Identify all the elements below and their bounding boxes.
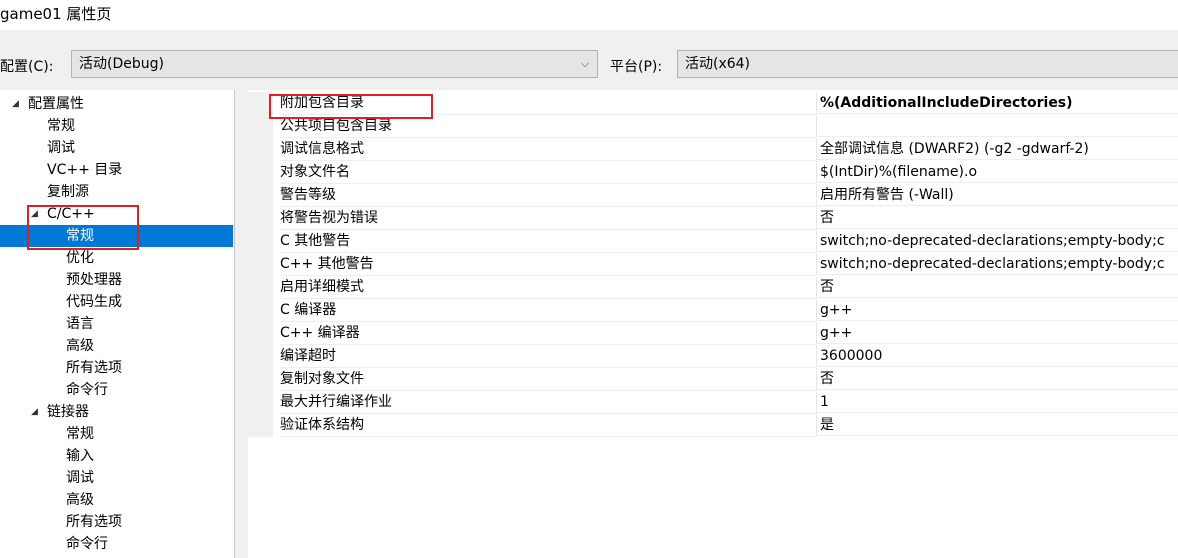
config-dropdown[interactable]: 活动(Debug) ⌵ xyxy=(71,50,598,78)
property-value[interactable]: 全部调试信息 (DWARF2) (-g2 -gdwarf-2) xyxy=(816,138,1178,160)
property-name: C 编译器 xyxy=(280,299,816,322)
property-row[interactable]: 对象文件名 $(IntDir)%(filename).o xyxy=(248,161,1178,184)
tree-node-cpp-advanced[interactable]: 高级 xyxy=(0,335,233,357)
config-label: 配置(C): xyxy=(0,59,54,75)
tree-node-linker-debugging[interactable]: 调试 xyxy=(0,467,233,489)
expanded-triangle-icon[interactable]: ◢ xyxy=(12,93,22,115)
property-name: 对象文件名 xyxy=(280,161,816,184)
property-row[interactable]: 警告等级 启用所有警告 (-Wall) xyxy=(248,184,1178,207)
tree-node-cpp-optimization[interactable]: 优化 xyxy=(0,247,233,269)
tree-node-linker[interactable]: ◢ 链接器 xyxy=(0,401,233,423)
property-row[interactable]: 最大并行编译作业 1 xyxy=(248,391,1178,414)
title-bar: game01 属性页 xyxy=(0,0,1178,30)
property-value[interactable]: 启用所有警告 (-Wall) xyxy=(816,184,1178,206)
property-value[interactable]: 3600000 xyxy=(816,345,1178,367)
property-name: 将警告视为错误 xyxy=(280,207,816,230)
platform-label: 平台(P): xyxy=(610,59,663,75)
property-name: 附加包含目录 xyxy=(280,92,816,115)
tree-node-debugging[interactable]: 调试 xyxy=(0,137,233,159)
property-value[interactable]: 否 xyxy=(816,276,1178,298)
tree-node-cpp-command-line[interactable]: 命令行 xyxy=(0,379,233,401)
property-value[interactable]: switch;no-deprecated-declarations;empty-… xyxy=(816,230,1178,252)
property-name: 最大并行编译作业 xyxy=(280,391,816,414)
property-name: 启用详细模式 xyxy=(280,276,816,299)
property-row[interactable]: 验证体系结构 是 xyxy=(248,414,1178,437)
config-dropdown-value: 活动(Debug) xyxy=(79,56,164,72)
window-title: game01 属性页 xyxy=(0,5,112,23)
chevron-down-icon[interactable]: ⌵ xyxy=(577,52,593,76)
tree-node-cpp-general[interactable]: 常规 xyxy=(0,225,233,247)
property-name: C 其他警告 xyxy=(280,230,816,253)
property-row[interactable]: 编译超时 3600000 xyxy=(248,345,1178,368)
property-row[interactable]: 启用详细模式 否 xyxy=(248,276,1178,299)
tree-node-cpp-language[interactable]: 语言 xyxy=(0,313,233,335)
property-value[interactable]: 是 xyxy=(816,414,1178,436)
expanded-triangle-icon[interactable]: ◢ xyxy=(31,203,41,225)
property-name: 警告等级 xyxy=(280,184,816,207)
property-name: 调试信息格式 xyxy=(280,138,816,161)
property-value[interactable]: %(AdditionalIncludeDirectories) xyxy=(816,92,1178,114)
property-row[interactable]: 公共项目包含目录 xyxy=(248,115,1178,138)
tree-node-linker-advanced[interactable]: 高级 xyxy=(0,489,233,511)
property-value[interactable]: $(IntDir)%(filename).o xyxy=(816,161,1178,183)
property-row[interactable]: C++ 编译器 g++ xyxy=(248,322,1178,345)
tree-node-cpp-code-generation[interactable]: 代码生成 xyxy=(0,291,233,313)
tree-node-cpp-all-options[interactable]: 所有选项 xyxy=(0,357,233,379)
property-name: C++ 编译器 xyxy=(280,322,816,345)
property-row[interactable]: 复制对象文件 否 xyxy=(248,368,1178,391)
property-tree[interactable]: ◢ 配置属性 常规 调试 VC++ 目录 复制源 ◢ C/C++ 常规 优化 预… xyxy=(0,90,235,558)
property-value[interactable]: 否 xyxy=(816,368,1178,390)
property-value[interactable]: 否 xyxy=(816,207,1178,229)
platform-dropdown[interactable]: 活动(x64) xyxy=(677,50,1178,78)
tree-node-config-properties[interactable]: ◢ 配置属性 xyxy=(0,93,233,115)
expanded-triangle-icon[interactable]: ◢ xyxy=(31,401,41,423)
property-row[interactable]: C 编译器 g++ xyxy=(248,299,1178,322)
property-row[interactable]: 附加包含目录 %(AdditionalIncludeDirectories) xyxy=(248,92,1178,115)
property-name: 复制对象文件 xyxy=(280,368,816,391)
tree-node-cpp[interactable]: ◢ C/C++ xyxy=(0,203,233,225)
property-row[interactable]: 将警告视为错误 否 xyxy=(248,207,1178,230)
tree-node-vc-directories[interactable]: VC++ 目录 xyxy=(0,159,233,181)
property-row[interactable]: C++ 其他警告 switch;no-deprecated-declaratio… xyxy=(248,253,1178,276)
property-value[interactable]: g++ xyxy=(816,322,1178,344)
property-value[interactable]: g++ xyxy=(816,299,1178,321)
property-row[interactable]: 调试信息格式 全部调试信息 (DWARF2) (-g2 -gdwarf-2) xyxy=(248,138,1178,161)
property-value[interactable]: 1 xyxy=(816,391,1178,413)
tree-node-cpp-preprocessor[interactable]: 预处理器 xyxy=(0,269,233,291)
config-row: 配置(C): 活动(Debug) ⌵ 平台(P): 活动(x64) xyxy=(0,50,1178,80)
property-value[interactable] xyxy=(816,115,1178,137)
platform-dropdown-value: 活动(x64) xyxy=(685,56,751,72)
property-name: 编译超时 xyxy=(280,345,816,368)
tree-node-copy-sources[interactable]: 复制源 xyxy=(0,181,233,203)
property-name: C++ 其他警告 xyxy=(280,253,816,276)
property-name: 公共项目包含目录 xyxy=(280,115,816,138)
tree-node-linker-general[interactable]: 常规 xyxy=(0,423,233,445)
tree-node-linker-all-options[interactable]: 所有选项 xyxy=(0,511,233,533)
property-row[interactable]: C 其他警告 switch;no-deprecated-declarations… xyxy=(248,230,1178,253)
tree-node-linker-command-line[interactable]: 命令行 xyxy=(0,533,233,555)
property-name: 验证体系结构 xyxy=(280,414,816,437)
tree-node-linker-input[interactable]: 输入 xyxy=(0,445,233,467)
property-value[interactable]: switch;no-deprecated-declarations;empty-… xyxy=(816,253,1178,275)
property-grid: 附加包含目录 %(AdditionalIncludeDirectories) 公… xyxy=(248,90,1178,558)
tree-node-general[interactable]: 常规 xyxy=(0,115,233,137)
